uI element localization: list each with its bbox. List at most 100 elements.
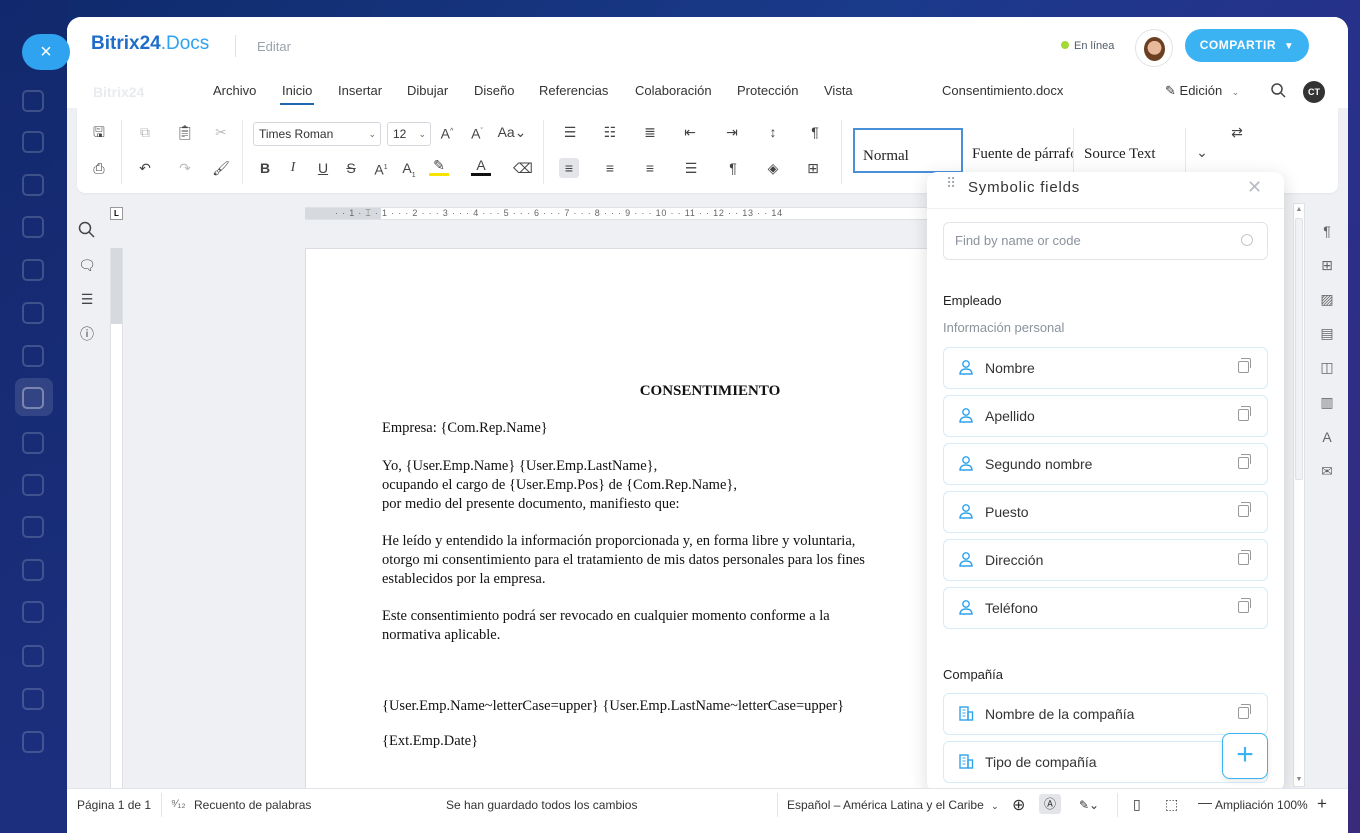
field-item[interactable]: Nombre de la compañía — [943, 693, 1268, 735]
word-count-button[interactable]: Recuento de palabras — [194, 798, 311, 812]
style-paragraph-font[interactable]: Fuente de párrafo — [964, 128, 1074, 173]
language-select[interactable]: Español – América Latina y el Caribe ⌄ — [787, 798, 999, 812]
zoom-level[interactable]: Ampliación 100% — [1215, 798, 1308, 812]
replace-icon[interactable]: ⇄ — [1227, 122, 1247, 142]
menu-vista[interactable]: Vista — [824, 83, 853, 98]
feed-icon[interactable] — [22, 174, 44, 196]
shape-settings-icon[interactable]: ◫ — [1317, 357, 1337, 377]
styles-expand-chevron-icon[interactable]: ⌄ — [1192, 142, 1212, 162]
copy-icon[interactable] — [1238, 454, 1251, 469]
track-changes-icon[interactable]: ✎⌄ — [1079, 798, 1099, 812]
horizontal-ruler[interactable]: · · 1 · ⌶ · 1 · · · 2 · · · 3 · · · 4 · … — [305, 207, 935, 220]
share-button[interactable]: COMPARTIR ▼ — [1185, 29, 1309, 62]
spellcheck-icon[interactable]: Ⓐ — [1039, 794, 1061, 814]
chat-icon[interactable] — [22, 131, 44, 153]
close-editor-button[interactable]: × — [22, 34, 70, 70]
align-center-icon[interactable]: ≡ — [600, 158, 620, 178]
font-color-icon[interactable]: A — [471, 158, 491, 176]
drag-handle-icon[interactable]: ⠿ — [946, 176, 956, 190]
change-case-icon[interactable]: Aa⌄ — [497, 122, 527, 142]
mail-merge-icon[interactable]: ✉ — [1317, 461, 1337, 481]
search-icon[interactable] — [77, 220, 97, 240]
field-item[interactable]: Tipo de compañía — [943, 741, 1268, 783]
users-icon[interactable] — [22, 601, 44, 623]
text-art-icon[interactable]: A — [1317, 427, 1337, 447]
menu-inicio[interactable]: Inicio — [279, 83, 315, 105]
settings-icon[interactable] — [22, 688, 44, 710]
user-initials-badge[interactable]: CT — [1303, 81, 1325, 103]
menu-proteccion[interactable]: Protección — [737, 83, 798, 98]
monitor-icon[interactable] — [22, 432, 44, 454]
print-icon[interactable]: ⎙ — [89, 158, 109, 178]
field-item[interactable]: Dirección — [943, 539, 1268, 581]
bold-icon[interactable]: B — [255, 158, 275, 178]
edit-mode-dropdown[interactable]: ✎ Edición ⌄ — [1165, 83, 1239, 99]
menu-colaboracion[interactable]: Colaboración — [635, 83, 712, 98]
copy-icon[interactable] — [1238, 358, 1251, 373]
highlight-icon[interactable]: ✎ — [429, 158, 449, 176]
menu-dibujar[interactable]: Dibujar — [407, 83, 448, 98]
paste-icon[interactable]: 📋︎ — [175, 122, 195, 142]
card-icon[interactable] — [22, 516, 44, 538]
italic-icon[interactable]: I — [283, 158, 303, 178]
shrink-font-icon[interactable]: Aˇ — [467, 122, 487, 142]
comment-icon[interactable]: 🗨︎ — [77, 255, 97, 275]
numbered-list-icon[interactable]: ☷ — [600, 122, 620, 142]
field-item[interactable]: Apellido — [943, 395, 1268, 437]
filter-icon[interactable] — [22, 216, 44, 238]
calendar-icon[interactable] — [22, 302, 44, 324]
menu-diseno[interactable]: Diseño — [474, 83, 514, 98]
navigation-icon[interactable]: ☰ — [77, 289, 97, 309]
menu-insertar[interactable]: Insertar — [338, 83, 382, 98]
zoom-in-icon[interactable]: + — [1317, 794, 1327, 814]
fit-width-icon[interactable]: ⬚ — [1165, 796, 1178, 813]
align-right-icon[interactable]: ≡ — [640, 158, 660, 178]
text-direction-icon[interactable]: ¶ — [805, 122, 825, 142]
close-icon[interactable]: ✕ — [1247, 177, 1262, 198]
menu-archivo[interactable]: Archivo — [213, 83, 256, 98]
shading-icon[interactable]: ◈ — [763, 158, 783, 178]
fit-page-icon[interactable]: ▯ — [1133, 796, 1141, 813]
format-painter-icon[interactable]: 🖌︎ — [211, 158, 231, 178]
underline-icon[interactable]: U — [313, 158, 333, 178]
field-item[interactable]: Segundo nombre — [943, 443, 1268, 485]
copy-icon[interactable] — [1238, 502, 1251, 517]
decrease-indent-icon[interactable]: ⇤ — [680, 122, 700, 142]
style-source-text[interactable]: Source Text — [1076, 128, 1186, 173]
save-icon[interactable]: 🖫 — [89, 122, 109, 142]
check-icon[interactable] — [22, 645, 44, 667]
style-normal[interactable]: Normal — [853, 128, 963, 173]
circle-icon[interactable] — [22, 259, 44, 281]
add-field-button[interactable]: + — [1222, 733, 1268, 779]
copy-icon[interactable]: ⧉ — [135, 122, 155, 142]
field-search-input[interactable]: Find by name or code — [943, 222, 1268, 260]
redo-icon[interactable]: ↷ — [175, 158, 195, 178]
subscript-icon[interactable]: A1 — [399, 158, 419, 179]
page-counter[interactable]: Página 1 de 1 — [77, 798, 151, 812]
copy-icon[interactable] — [1238, 598, 1251, 613]
paragraph-settings-icon[interactable]: ¶ — [1317, 221, 1337, 241]
show-marks-icon[interactable]: ¶ — [723, 158, 743, 178]
document-icon[interactable] — [22, 345, 44, 367]
field-item[interactable]: Puesto — [943, 491, 1268, 533]
copy-icon[interactable] — [1238, 406, 1251, 421]
sign-icon[interactable] — [22, 387, 44, 409]
scroll-up-icon[interactable]: ▲ — [1294, 204, 1304, 216]
scroll-down-icon[interactable]: ▼ — [1294, 774, 1304, 786]
field-item[interactable]: Teléfono — [943, 587, 1268, 629]
grow-font-icon[interactable]: A^ — [437, 122, 457, 142]
image-settings-icon[interactable]: ▨ — [1317, 289, 1337, 309]
zoom-out-icon[interactable]: — — [1198, 794, 1212, 810]
scroll-thumb[interactable] — [1295, 218, 1303, 480]
font-size-select[interactable]: 12 ⌄ — [387, 122, 431, 146]
undo-icon[interactable]: ↶ — [135, 158, 155, 178]
user-avatar[interactable] — [1135, 29, 1173, 67]
clear-format-icon[interactable]: ⌫ — [513, 158, 533, 178]
font-name-select[interactable]: Times Roman ⌄ — [253, 122, 381, 146]
line-spacing-icon[interactable]: ↕ — [763, 122, 783, 142]
table-settings-icon[interactable]: ⊞ — [1317, 255, 1337, 275]
tab-stop-selector[interactable]: L — [110, 207, 123, 220]
info-icon[interactable]: ⓘ — [77, 324, 97, 344]
strikethrough-icon[interactable]: S — [341, 158, 361, 178]
menu-referencias[interactable]: Referencias — [539, 83, 608, 98]
